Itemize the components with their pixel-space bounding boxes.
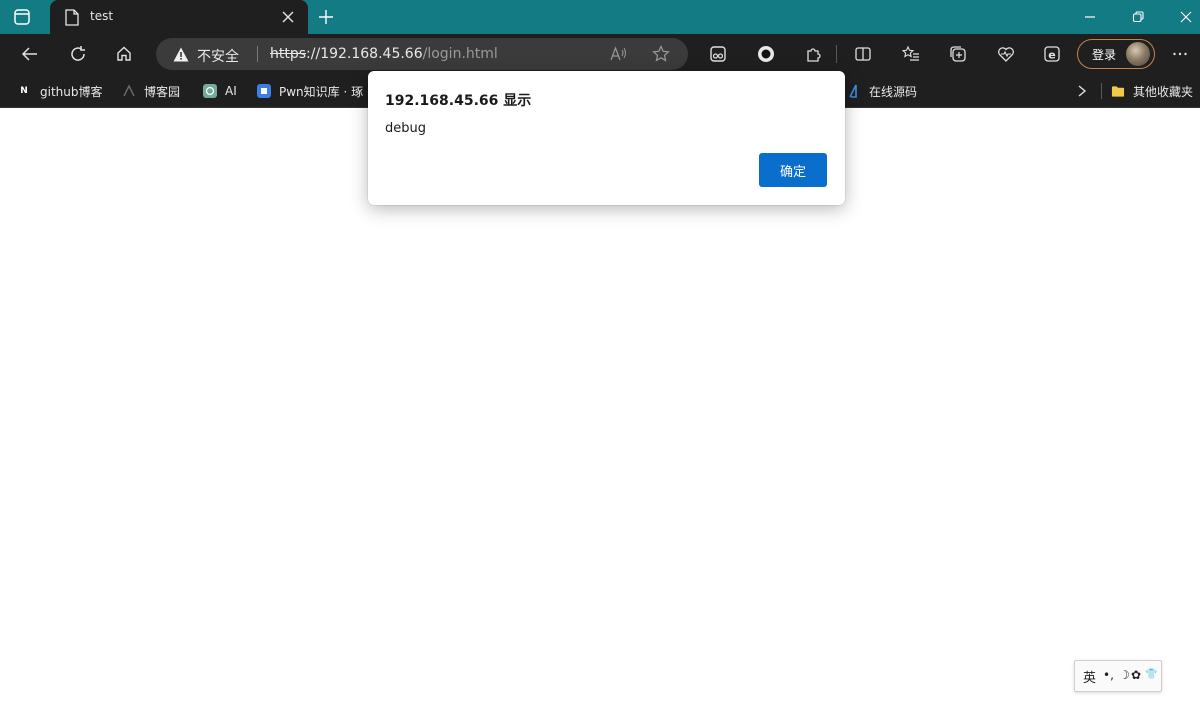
more-options-icon[interactable] [1170, 44, 1190, 64]
address-separator [257, 46, 258, 62]
collections-icon[interactable] [948, 44, 968, 64]
title-bar: test [0, 0, 1200, 34]
bookmark-pwn-wiki[interactable]: Pwn知识库 · 琢 [257, 82, 367, 100]
close-window-icon[interactable] [1176, 8, 1196, 26]
openai-icon [203, 84, 217, 98]
document-icon [64, 8, 80, 26]
address-bar[interactable]: 不安全 https://192.168.45.66/login.html [156, 38, 688, 70]
ime-mode-toggle[interactable]: 英 [1083, 667, 1096, 686]
warning-icon[interactable] [172, 45, 190, 63]
home-icon[interactable] [114, 44, 134, 64]
tab-title: test [90, 9, 114, 23]
split-screen-icon[interactable] [853, 44, 873, 64]
url-path: /login.html [422, 46, 498, 62]
bookmark-label: Pwn知识库 · 琢 [279, 84, 364, 99]
read-aloud-icon[interactable] [610, 45, 628, 63]
minimize-icon[interactable] [1080, 8, 1100, 26]
bookmark-label: 博客园 [144, 84, 181, 99]
bookmark-ai[interactable]: AI [203, 82, 237, 100]
bookmark-label: 在线源码 [869, 84, 918, 99]
dialog-message: debug [385, 121, 426, 136]
notion-icon: N [20, 86, 28, 96]
bookmark-label: AI [225, 84, 237, 98]
folder-icon [1111, 84, 1125, 98]
other-favorites[interactable]: 其他收藏夹 [1111, 82, 1193, 100]
bookmark-online-source[interactable]: 在线源码 [847, 82, 917, 100]
url-text[interactable]: https://192.168.45.66/login.html [270, 46, 498, 62]
bookmark-github-blog[interactable]: N github博客 [18, 82, 103, 100]
bookmark-label: github博客 [40, 84, 103, 99]
bookmark-label: 其他收藏夹 [1133, 84, 1194, 99]
ime-toolbar[interactable]: 英 •, ☽ ✿ 👕 [1074, 660, 1162, 692]
extension-glasses-icon[interactable] [708, 44, 728, 64]
new-tab-icon[interactable] [316, 7, 336, 27]
alert-dialog: 192.168.45.66 显示 debug 确定 [368, 71, 845, 205]
extension-record-icon[interactable] [756, 44, 776, 64]
security-label[interactable]: 不安全 [197, 46, 239, 66]
bookmark-separator [1101, 83, 1102, 99]
ok-button[interactable]: 确定 [759, 153, 827, 187]
book-icon [257, 84, 271, 98]
url-host: ://192.168.45.66 [306, 46, 423, 62]
code-icon [847, 84, 861, 98]
restore-icon[interactable] [1128, 8, 1148, 26]
browser-essentials-icon[interactable] [996, 44, 1016, 64]
avatar [1126, 42, 1150, 66]
login-label: 登录 [1092, 48, 1117, 62]
url-scheme: https [270, 46, 307, 62]
profile-login-button[interactable]: 登录 [1077, 39, 1155, 69]
cnblogs-icon [122, 84, 136, 98]
close-tab-icon[interactable] [280, 9, 296, 25]
toolbar-separator [836, 45, 837, 63]
svg-text:e: e [1048, 49, 1055, 62]
browser-tab[interactable]: test [50, 0, 308, 34]
bookmark-cnblogs[interactable]: 博客园 [122, 82, 180, 100]
moon-icon[interactable]: ☽ [1119, 668, 1130, 682]
favorite-star-icon[interactable] [652, 45, 670, 63]
chevron-right-icon[interactable] [1074, 83, 1090, 99]
settings-icon[interactable]: ✿ [1131, 668, 1141, 682]
browser-toolbar: 不安全 https://192.168.45.66/login.html e 登… [0, 34, 1200, 74]
extensions-puzzle-icon[interactable] [804, 44, 824, 64]
ie-mode-icon[interactable]: e [1042, 44, 1062, 64]
back-icon[interactable] [20, 44, 40, 64]
punctuation-icon[interactable]: •, [1103, 668, 1114, 682]
tab-actions-icon[interactable] [12, 7, 32, 27]
favorites-list-icon[interactable] [901, 44, 921, 64]
dialog-title: 192.168.45.66 显示 [385, 93, 532, 109]
skin-icon[interactable]: 👕 [1145, 669, 1157, 680]
refresh-icon[interactable] [68, 44, 88, 64]
